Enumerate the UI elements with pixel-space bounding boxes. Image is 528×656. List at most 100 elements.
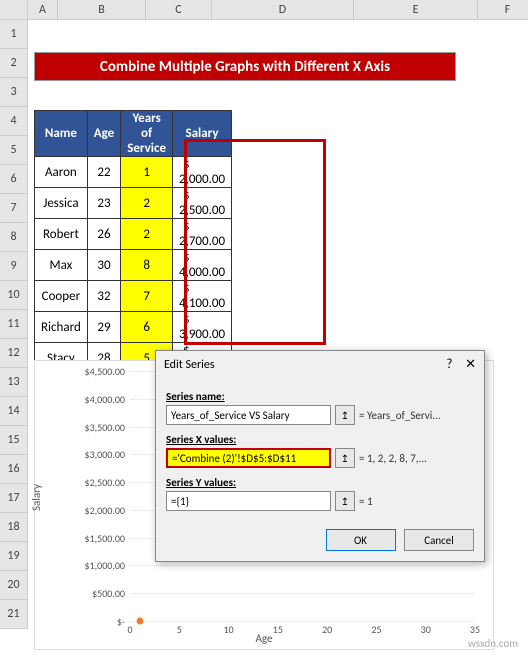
y-tick: $- [65, 615, 125, 628]
cancel-button[interactable]: Cancel [404, 529, 474, 551]
series-x-label: Series X values: [166, 433, 236, 446]
cell[interactable]: 22 [87, 157, 120, 188]
row-headers: 123456789101112131415161718192021 [0, 20, 28, 629]
help-icon[interactable]: ? [446, 357, 452, 372]
y-tick: $500.00 [65, 587, 125, 600]
y-tick: $3,500.00 [65, 421, 125, 434]
row-header[interactable]: 17 [0, 484, 27, 513]
cell[interactable]: 23 [87, 188, 120, 219]
col-header-age[interactable]: Age [87, 111, 120, 157]
series-name-label: Series name: [166, 390, 225, 403]
cell[interactable]: Aaron [35, 157, 88, 188]
cell[interactable]: 2,000.00 [172, 157, 231, 188]
x-tick: 25 [371, 623, 381, 636]
y-tick: $2,000.00 [65, 504, 125, 517]
column-header[interactable]: F [478, 0, 528, 19]
table-row: Robert2622,700.00 [35, 219, 232, 250]
cell[interactable]: 30 [87, 250, 120, 281]
series-y-input[interactable] [166, 491, 331, 511]
x-tick: 20 [322, 623, 332, 636]
cell[interactable]: 8 [121, 250, 173, 281]
cell[interactable]: 1 [121, 157, 173, 188]
column-header[interactable]: C [146, 0, 212, 19]
table-row: Richard2963,900.00 [35, 312, 232, 343]
cell[interactable]: 32 [87, 281, 120, 312]
y-tick: $1,500.00 [65, 532, 125, 545]
series-x-preview: = 1, 2, 2, 8, 7,... [359, 452, 474, 465]
ok-button[interactable]: OK [326, 529, 396, 551]
y-tick: $4,000.00 [65, 393, 125, 406]
cell[interactable]: Max [35, 250, 88, 281]
page-title: Combine Multiple Graphs with Different X… [34, 52, 456, 81]
row-header[interactable]: 9 [0, 252, 27, 281]
column-header[interactable]: A [28, 0, 58, 19]
column-header[interactable]: D [212, 0, 354, 19]
row-header[interactable]: 6 [0, 165, 27, 194]
row-header[interactable]: 3 [0, 78, 27, 107]
cell[interactable]: 4,100.00 [172, 281, 231, 312]
row-header[interactable]: 1 [0, 20, 27, 49]
table-row: Aaron2212,000.00 [35, 157, 232, 188]
row-header[interactable]: 21 [0, 600, 27, 629]
cell[interactable]: 26 [87, 219, 120, 250]
data-point[interactable] [136, 617, 143, 624]
y-tick: $2,500.00 [65, 476, 125, 489]
cell[interactable]: 2 [121, 188, 173, 219]
cell[interactable]: Robert [35, 219, 88, 250]
x-tick: 30 [421, 623, 431, 636]
cell[interactable]: 4,000.00 [172, 250, 231, 281]
series-y-preview: = 1 [359, 495, 474, 508]
x-tick: 0 [127, 623, 132, 636]
cell[interactable]: 6 [121, 312, 173, 343]
row-header[interactable]: 10 [0, 281, 27, 310]
y-axis-title: Salary [30, 484, 43, 511]
y-tick: $4,500.00 [65, 365, 125, 378]
dialog-title-text: Edit Series [164, 358, 215, 372]
col-header-yos[interactable]: Years of Service [121, 111, 173, 157]
close-icon[interactable]: ✕ [465, 357, 476, 372]
row-header[interactable]: 20 [0, 571, 27, 600]
cell[interactable]: 3,900.00 [172, 312, 231, 343]
row-header[interactable]: 15 [0, 426, 27, 455]
cell[interactable]: Jessica [35, 188, 88, 219]
cell[interactable]: 29 [87, 312, 120, 343]
row-header[interactable]: 11 [0, 310, 27, 339]
row-header[interactable]: 2 [0, 49, 27, 78]
series-x-input[interactable] [166, 448, 331, 468]
row-header[interactable]: 4 [0, 107, 27, 136]
col-header-name[interactable]: Name [35, 111, 88, 157]
dialog-titlebar[interactable]: Edit Series ? ✕ [156, 351, 484, 378]
y-tick: $1,000.00 [65, 559, 125, 572]
watermark: wsxdn.com [468, 637, 518, 650]
row-header[interactable]: 12 [0, 339, 27, 368]
table-row: Max3084,000.00 [35, 250, 232, 281]
cell[interactable]: 7 [121, 281, 173, 312]
table-row: Jessica2322,500.00 [35, 188, 232, 219]
x-tick: 35 [470, 623, 480, 636]
cell[interactable]: 2 [121, 219, 173, 250]
series-name-input[interactable] [166, 405, 331, 425]
table-row: Cooper3274,100.00 [35, 281, 232, 312]
x-axis-title: Age [256, 632, 273, 645]
row-header[interactable]: 13 [0, 368, 27, 397]
row-header[interactable]: 7 [0, 194, 27, 223]
x-tick: 10 [223, 623, 233, 636]
column-header[interactable]: B [58, 0, 146, 19]
cell[interactable]: Cooper [35, 281, 88, 312]
cell[interactable]: 2,700.00 [172, 219, 231, 250]
cell[interactable]: Richard [35, 312, 88, 343]
collapse-icon[interactable]: ↥ [335, 448, 355, 468]
row-header[interactable]: 16 [0, 455, 27, 484]
row-header[interactable]: 8 [0, 223, 27, 252]
row-header[interactable]: 19 [0, 542, 27, 571]
collapse-icon[interactable]: ↥ [335, 405, 355, 425]
collapse-icon[interactable]: ↥ [335, 491, 355, 511]
row-header[interactable]: 5 [0, 136, 27, 165]
row-header[interactable]: 14 [0, 397, 27, 426]
series-name-preview: = Years_of_Servi... [359, 409, 474, 422]
col-header-sal[interactable]: Salary [172, 111, 231, 157]
data-table: Name Age Years of Service Salary Aaron22… [34, 110, 232, 374]
row-header[interactable]: 18 [0, 513, 27, 542]
column-header[interactable]: E [354, 0, 478, 19]
cell[interactable]: 2,500.00 [172, 188, 231, 219]
